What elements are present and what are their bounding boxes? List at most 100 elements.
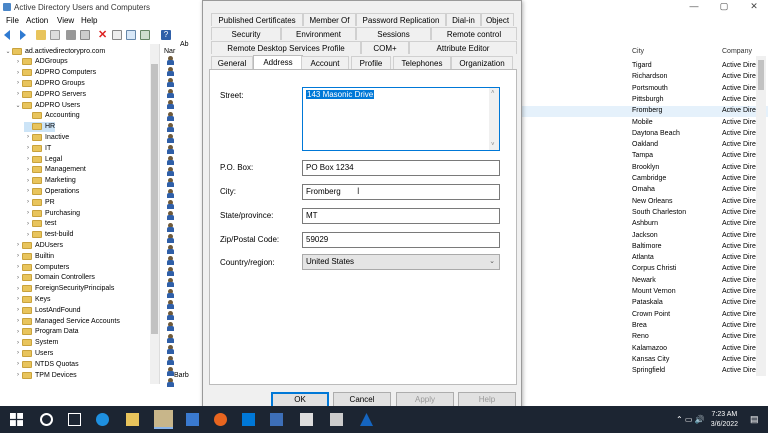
chevron-right-icon[interactable]: › [14, 350, 22, 356]
notepad-icon[interactable] [300, 413, 313, 426]
up-folder-icon[interactable] [36, 30, 46, 40]
tree-node[interactable]: HR [24, 121, 56, 132]
list-row[interactable]: Brea Active Dire [522, 321, 768, 332]
tree-node[interactable]: › Marketing [24, 176, 76, 186]
tab-profile[interactable]: Profile [351, 56, 391, 69]
tree-node[interactable]: › Management [24, 165, 86, 175]
tab-com-[interactable]: COM+ [361, 41, 409, 54]
chevron-right-icon[interactable]: › [24, 167, 32, 173]
chevron-right-icon[interactable]: › [14, 275, 22, 281]
user-icon[interactable] [166, 333, 175, 343]
tree-node[interactable]: › ADPRO Servers [14, 89, 86, 99]
tab-password-replication[interactable]: Password Replication [356, 13, 446, 26]
chevron-right-icon[interactable]: › [14, 361, 22, 367]
tab-general[interactable]: General [211, 56, 253, 69]
user-icon[interactable] [166, 366, 175, 376]
chevron-right-icon[interactable]: › [24, 232, 32, 238]
tab-organization[interactable]: Organization [451, 56, 513, 69]
app-icon-blue[interactable] [242, 413, 255, 426]
tree-node[interactable]: › ForeignSecurityPrincipals [14, 284, 114, 294]
tree-node[interactable]: › Legal [24, 154, 62, 164]
menu-file[interactable]: File [6, 16, 19, 25]
search-icon[interactable] [40, 413, 53, 426]
chevron-right-icon[interactable]: › [24, 145, 32, 151]
list-row[interactable]: Omaha Active Dire [522, 185, 768, 196]
chevron-right-icon[interactable]: › [14, 59, 22, 65]
scroll-up-icon[interactable]: ˄ [491, 90, 495, 96]
maximize-icon[interactable]: ▢ [714, 1, 734, 12]
chevron-right-icon[interactable]: › [14, 253, 22, 259]
tree-node[interactable]: › System [14, 338, 58, 348]
server-manager-icon[interactable] [186, 413, 199, 426]
user-icon[interactable] [166, 289, 175, 299]
chevron-down-icon[interactable]: ⌄ [14, 102, 22, 109]
chevron-right-icon[interactable]: › [14, 372, 22, 378]
chevron-right-icon[interactable]: › [14, 329, 22, 335]
app-icon-2[interactable] [270, 413, 283, 426]
tab-member-of[interactable]: Member Of [303, 13, 356, 26]
user-icon[interactable] [166, 355, 175, 365]
chevron-right-icon[interactable]: › [24, 134, 32, 140]
user-icon[interactable] [166, 200, 175, 210]
user-icon[interactable] [166, 311, 175, 321]
chevron-right-icon[interactable]: › [14, 70, 22, 76]
minimize-icon[interactable]: — [684, 1, 704, 11]
scroll-down-icon[interactable]: ˅ [491, 142, 495, 148]
name-column-header[interactable]: Nar [164, 48, 175, 55]
cut-icon[interactable] [66, 30, 76, 40]
user-icon[interactable] [166, 255, 175, 265]
list-row[interactable]: Portsmouth Active Dire [522, 84, 768, 95]
user-icon[interactable] [166, 167, 175, 176]
list-row[interactable]: Springfield Active Dire [522, 366, 768, 377]
chevron-right-icon[interactable]: › [24, 188, 32, 194]
user-icon[interactable] [166, 266, 175, 276]
help-icon[interactable]: ? [161, 30, 171, 40]
tree-node[interactable]: › ADGroups [14, 57, 68, 67]
user-icon[interactable] [166, 100, 175, 110]
tab-address[interactable]: Address [253, 55, 303, 70]
city-field[interactable]: Fromberg I [302, 184, 500, 200]
user-icon[interactable] [166, 144, 175, 154]
console-tree-icon[interactable] [50, 30, 60, 40]
tree-node[interactable]: › TPM Devices [14, 370, 77, 380]
list-row[interactable]: South Charleston Active Dire [522, 208, 768, 219]
task-view-icon[interactable] [68, 413, 81, 426]
list-row[interactable]: Cambridge Active Dire [522, 174, 768, 185]
list-row[interactable]: Jackson Active Dire [522, 231, 768, 242]
menu-action[interactable]: Action [26, 16, 48, 25]
file-explorer-icon[interactable] [126, 413, 139, 426]
back-icon[interactable] [4, 30, 10, 40]
forward-icon[interactable] [20, 30, 26, 40]
close-icon[interactable]: ✕ [744, 1, 764, 12]
edge-icon[interactable] [96, 413, 109, 426]
chevron-right-icon[interactable]: › [14, 296, 22, 302]
list-row[interactable]: Kansas City Active Dire [522, 355, 768, 366]
menu-help[interactable]: Help [81, 16, 97, 25]
tree-node[interactable]: › ADPRO Computers [14, 68, 96, 78]
street-scrollbar[interactable]: ˄ ˅ [489, 88, 499, 150]
user-icon[interactable] [166, 300, 175, 310]
user-icon[interactable] [166, 178, 175, 188]
street-textarea[interactable]: 143 Masonic Drive ˄ ˅ [302, 87, 500, 151]
list-row[interactable]: Ashburn Active Dire [522, 219, 768, 230]
city-column-header[interactable]: City [632, 48, 644, 55]
tree-node[interactable]: › NTDS Quotas [14, 359, 79, 369]
app-icon-3[interactable] [330, 413, 343, 426]
tree-node[interactable]: Accounting [24, 111, 80, 121]
tab-remote-desktop-services-profile[interactable]: Remote Desktop Services Profile [211, 41, 361, 54]
tree-node[interactable]: › Users [14, 348, 53, 358]
tree-node[interactable]: ⌄ ad.activedirectorypro.com [4, 46, 105, 56]
chevron-right-icon[interactable]: › [14, 286, 22, 292]
firefox-icon[interactable] [214, 413, 227, 426]
tree-node[interactable]: › IT [24, 143, 51, 153]
copy-icon[interactable] [80, 30, 90, 40]
tree-node[interactable]: › test-build [24, 230, 73, 240]
app-icon-4[interactable] [360, 413, 373, 426]
clock[interactable]: 7:23 AM 3/6/2022 [711, 410, 738, 430]
list-scrollbar[interactable] [756, 56, 766, 376]
tree-node[interactable]: › Keys [14, 294, 51, 304]
tab-account[interactable]: Account [301, 56, 349, 69]
chevron-right-icon[interactable]: › [24, 221, 32, 227]
user-icon[interactable] [166, 244, 175, 254]
user-icon[interactable] [166, 211, 175, 221]
